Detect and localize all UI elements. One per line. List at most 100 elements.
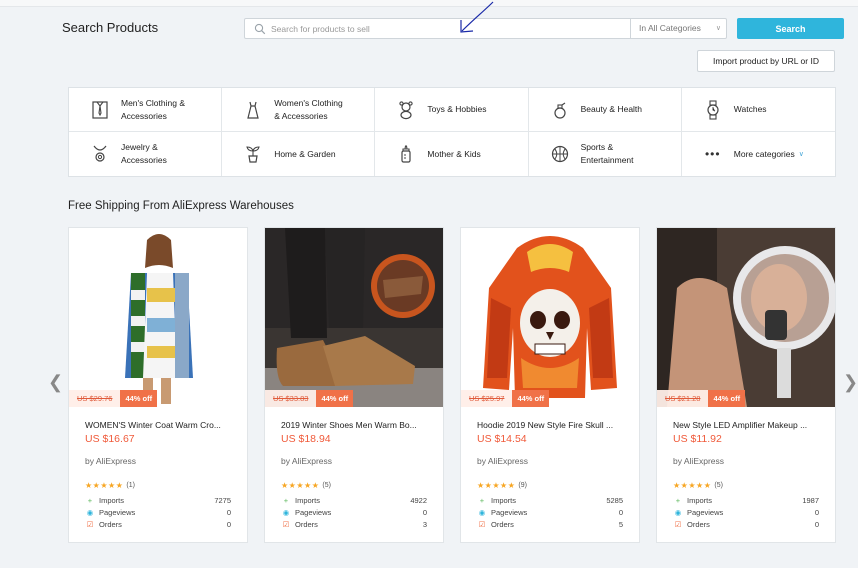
product-image[interactable]	[265, 228, 443, 407]
product-image[interactable]	[69, 228, 247, 407]
stat-imports: + Imports 1987	[673, 496, 819, 505]
product-price: US $16.67	[85, 433, 135, 445]
section-title: Free Shipping From AliExpress Warehouses	[68, 200, 294, 212]
category-label: Toys & Hobbies	[427, 104, 487, 114]
product-title[interactable]: WOMEN'S Winter Coat Warm Cro...	[85, 420, 235, 430]
product-card[interactable]: US $21.28 44% off New Style LED Amplifie…	[656, 227, 836, 543]
product-rating: ★★★★★ (5)	[673, 481, 723, 490]
product-card[interactable]: US $33.83 44% off 2019 Winter Shoes Men …	[264, 227, 444, 543]
review-count: (5)	[322, 482, 331, 489]
necklace-icon	[89, 143, 111, 165]
product-title[interactable]: New Style LED Amplifier Makeup ...	[673, 420, 823, 430]
eye-icon: ◉	[282, 508, 290, 517]
plus-icon: +	[675, 496, 681, 505]
annotation-arrow-icon	[460, 1, 494, 33]
category-jewelry[interactable]: Jewelry & Accessories	[69, 132, 223, 176]
category-label: Sports & Entertainment	[580, 142, 634, 165]
search-button[interactable]: Search	[737, 18, 844, 39]
search-input[interactable]	[271, 20, 626, 37]
stat-orders: ☑ Orders 0	[86, 520, 231, 529]
old-price: US $25.97	[461, 390, 513, 407]
product-card[interactable]: US $29.76 44% off WOMEN'S Winter Coat Wa…	[68, 227, 248, 543]
teddy-bear-icon	[395, 99, 417, 121]
chevron-down-icon: ∨	[798, 151, 804, 158]
stat-pageviews: ◉ Pageviews 0	[86, 508, 231, 517]
search-icon	[254, 23, 266, 35]
review-count: (5)	[714, 482, 723, 489]
eye-icon: ◉	[478, 508, 486, 517]
product-title[interactable]: 2019 Winter Shoes Men Warm Bo...	[281, 420, 431, 430]
star-rating-icon: ★★★★★	[85, 481, 124, 490]
product-rating: ★★★★★ (1)	[85, 481, 135, 490]
product-price: US $18.94	[281, 433, 331, 445]
plus-icon: +	[283, 496, 289, 505]
review-count: (9)	[518, 482, 527, 489]
product-seller: by AliExpress	[85, 456, 137, 466]
import-product-button[interactable]: Import product by URL or ID	[697, 50, 835, 72]
stat-orders: ☑ Orders 3	[282, 520, 427, 529]
eye-icon: ◉	[86, 508, 94, 517]
stat-imports: + Imports 7275	[85, 496, 231, 505]
price-tag: US $25.97 44% off	[461, 390, 550, 407]
perfume-icon	[549, 99, 571, 121]
category-toys-hobbies[interactable]: Toys & Hobbies	[375, 88, 529, 132]
old-price: US $21.28	[657, 390, 709, 407]
category-sports[interactable]: Sports & Entertainment	[529, 132, 682, 176]
star-rating-icon: ★★★★★	[673, 481, 712, 490]
chevron-down-icon: ∨	[715, 25, 721, 32]
price-tag: US $33.83 44% off	[265, 390, 354, 407]
category-grid: Men's Clothing & Accessories Women's Clo…	[68, 87, 836, 177]
baby-bottle-icon	[395, 143, 417, 165]
price-tag: US $29.76 44% off	[69, 390, 158, 407]
carousel-next-button[interactable]: ❯	[843, 372, 858, 393]
category-label: Home & Garden	[274, 148, 336, 159]
product-seller: by AliExpress	[281, 456, 333, 466]
category-label: Women's Clothing & Accessories	[274, 97, 343, 121]
product-image[interactable]	[657, 228, 835, 407]
discount-badge: 44% off	[708, 390, 746, 407]
category-label: Beauty & Health	[580, 104, 643, 114]
category-home-garden[interactable]: Home & Garden	[222, 132, 376, 176]
category-womens-clothing[interactable]: Women's Clothing & Accessories	[222, 88, 376, 132]
stat-imports: + Imports 5285	[477, 496, 623, 505]
product-seller: by AliExpress	[477, 456, 529, 466]
price-tag: US $21.28 44% off	[657, 390, 746, 407]
eye-icon: ◉	[674, 508, 682, 517]
category-select[interactable]: In All Categories ∨	[630, 19, 727, 38]
category-label: Jewelry & Accessories	[121, 142, 167, 165]
stat-orders: ☑ Orders 5	[478, 520, 623, 529]
stat-pageviews: ◉ Pageviews 0	[478, 508, 623, 517]
old-price: US $33.83	[265, 390, 317, 407]
watch-icon	[702, 99, 724, 121]
star-rating-icon: ★★★★★	[281, 481, 320, 490]
discount-badge: 44% off	[512, 390, 550, 407]
category-more[interactable]: ••• More categories ∨	[682, 132, 835, 176]
discount-badge: 44% off	[120, 390, 158, 407]
product-title[interactable]: Hoodie 2019 New Style Fire Skull ...	[477, 420, 627, 430]
plant-icon	[242, 143, 264, 165]
category-watches[interactable]: Watches	[681, 88, 835, 132]
stat-orders: ☑ Orders 0	[674, 520, 819, 529]
category-label: Men's Clothing & Accessories	[121, 97, 185, 121]
product-rating: ★★★★★ (9)	[477, 481, 527, 490]
plus-icon: +	[87, 496, 93, 505]
category-beauty-health[interactable]: Beauty & Health	[528, 88, 682, 132]
star-rating-icon: ★★★★★	[477, 481, 516, 490]
top-strip	[0, 0, 858, 7]
old-price: US $29.76	[69, 390, 121, 407]
category-label: Mother & Kids	[427, 148, 481, 159]
more-dots-icon: •••	[704, 147, 721, 161]
stat-pageviews: ◉ Pageviews 0	[674, 508, 819, 517]
carousel-prev-button[interactable]: ❮	[48, 372, 63, 393]
category-mother-kids[interactable]: Mother & Kids	[375, 132, 529, 176]
shirt-icon	[89, 99, 111, 121]
discount-badge: 44% off	[316, 390, 354, 407]
category-mens-clothing[interactable]: Men's Clothing & Accessories	[69, 88, 223, 132]
category-label: More categories	[733, 148, 795, 159]
order-check-icon: ☑	[86, 520, 94, 529]
product-image[interactable]	[461, 228, 639, 407]
category-label: Watches	[733, 104, 767, 114]
category-select-value: In All Categories	[639, 23, 701, 33]
product-card[interactable]: US $25.97 44% off Hoodie 2019 New Style …	[460, 227, 640, 543]
dress-icon	[242, 99, 264, 121]
